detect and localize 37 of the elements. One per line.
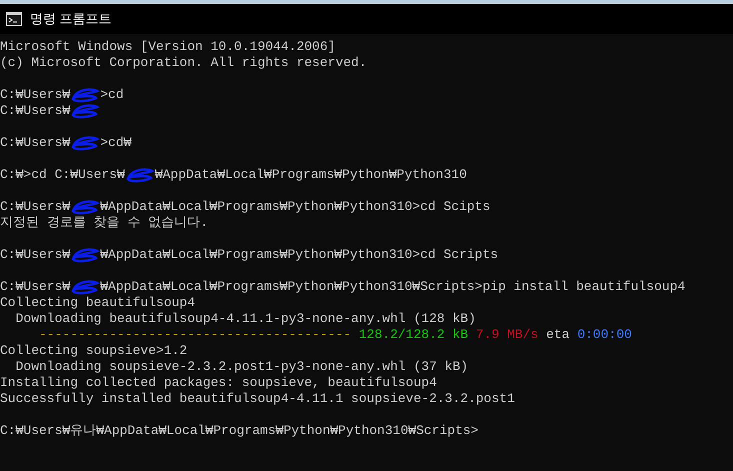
scribble-drawing: [70, 87, 100, 103]
console-text: ₩AppData₩Local₩Programs₩Python₩Python310>cd Scipts: [100, 199, 490, 214]
scribble-drawing: [70, 103, 100, 119]
console-text: C:₩>cd C:₩Users₩: [0, 167, 125, 182]
console-text: Collecting beautifulsoup4: [0, 295, 196, 310]
console-text: Successfully installed beautifulsoup4-4.11.1 soupsieve-2.3.2.post1: [0, 391, 515, 406]
console-text: 0:00:00: [577, 327, 632, 342]
console-text: Collecting soupsieve>1.2: [0, 343, 188, 358]
console-text: C:₩Users₩: [0, 279, 70, 294]
console-icon: [6, 12, 22, 26]
console-text: Downloading soupsieve-2.3.2.post1-py3-none-any.whl (37 kB): [14, 359, 468, 374]
console-text: C:₩Users₩: [0, 103, 70, 118]
scribble-drawing: [70, 135, 100, 151]
console-text: Installing collected packages: soupsieve, beautifulsoup4: [0, 375, 437, 390]
scribble-drawing: [70, 247, 100, 263]
console-text: >cd: [100, 87, 124, 102]
console-text: eta: [545, 327, 571, 342]
console-text: ----------------------------------------: [38, 327, 352, 342]
console-text: C:₩Users₩: [0, 199, 70, 214]
console-text: 128.2/128.2 kB: [358, 327, 468, 342]
scribble-drawing: [70, 279, 100, 295]
console-text: >cd₩: [100, 135, 132, 150]
console-text: C:₩Users₩: [0, 135, 70, 150]
console-text: (c) Microsoft Corporation. All rights reserved.: [0, 55, 367, 70]
console-text: C:₩Users₩유나₩AppData₩Local₩Programs₩Python₩Python310₩Scripts>: [0, 423, 478, 438]
console-text: 7.9 MB/s: [474, 327, 538, 342]
console-text: C:₩Users₩: [0, 87, 70, 102]
console-text: C:₩Users₩: [0, 247, 70, 262]
console-text: 지정된 경로를 찾을 수 없습니다.: [0, 215, 208, 230]
console-text: ₩AppData₩Local₩Programs₩Python₩Python310: [154, 167, 467, 182]
scribble-drawing: [124, 167, 155, 183]
console-text: ₩AppData₩Local₩Programs₩Python₩Python310>cd Scripts: [100, 247, 498, 262]
scribble-drawing: [70, 199, 100, 215]
console-text: Downloading beautifulsoup4-4.11.1-py3-none-any.whl (128 kB): [14, 311, 476, 326]
window-title: 명령 프롬프트: [30, 10, 112, 28]
console-text: Microsoft Windows [Version 10.0.19044.2006]: [0, 39, 336, 54]
console-text: ₩AppData₩Local₩Programs₩Python₩Python310₩Scripts>pip install beautifulsoup4: [100, 279, 686, 294]
